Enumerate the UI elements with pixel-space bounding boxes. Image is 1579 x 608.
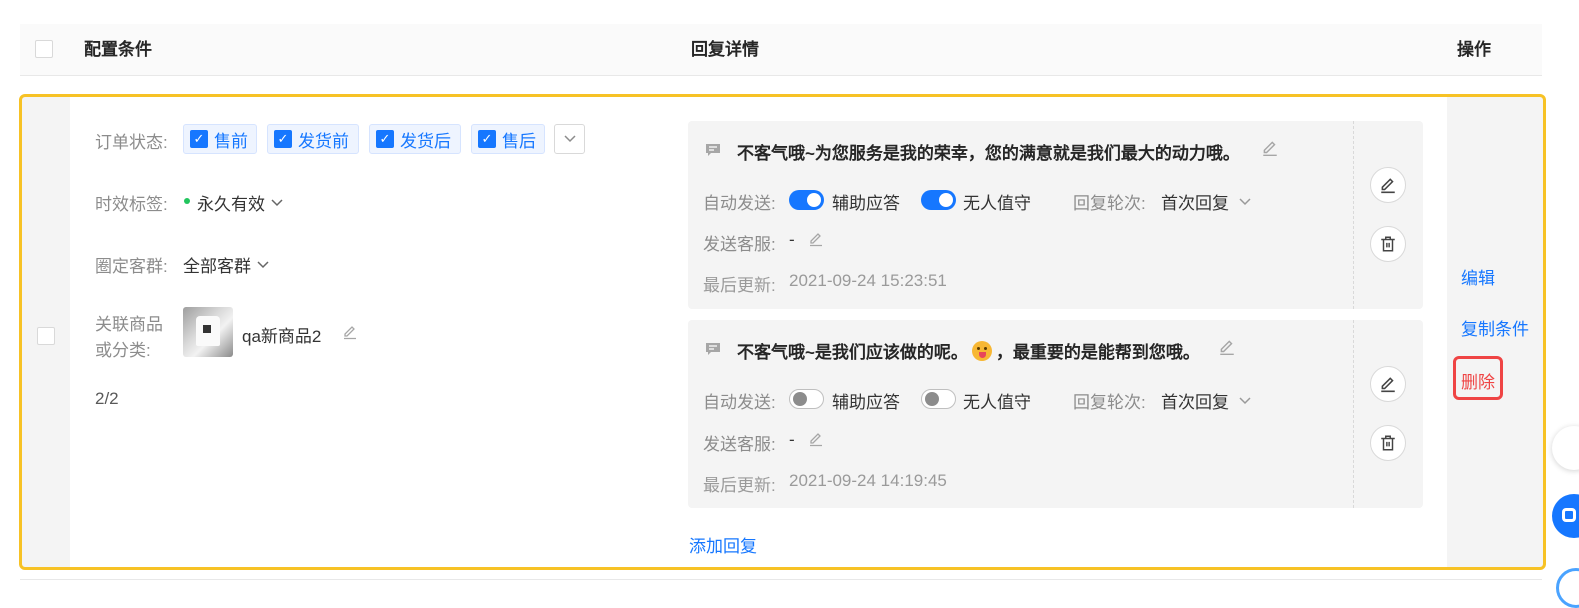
row-highlight-outline (19, 94, 1546, 570)
float-action-button[interactable] (1552, 426, 1579, 470)
table-header: 配置条件 回复详情 操作 (20, 24, 1542, 76)
header-operations: 操作 (1457, 40, 1491, 59)
header-config-conditions: 配置条件 (84, 40, 152, 59)
header-reply-details: 回复详情 (691, 40, 759, 59)
help-float-button[interactable] (1556, 568, 1579, 608)
chat-float-button[interactable] (1552, 494, 1579, 538)
row-divider (20, 579, 1542, 580)
select-all-checkbox[interactable] (35, 40, 53, 58)
